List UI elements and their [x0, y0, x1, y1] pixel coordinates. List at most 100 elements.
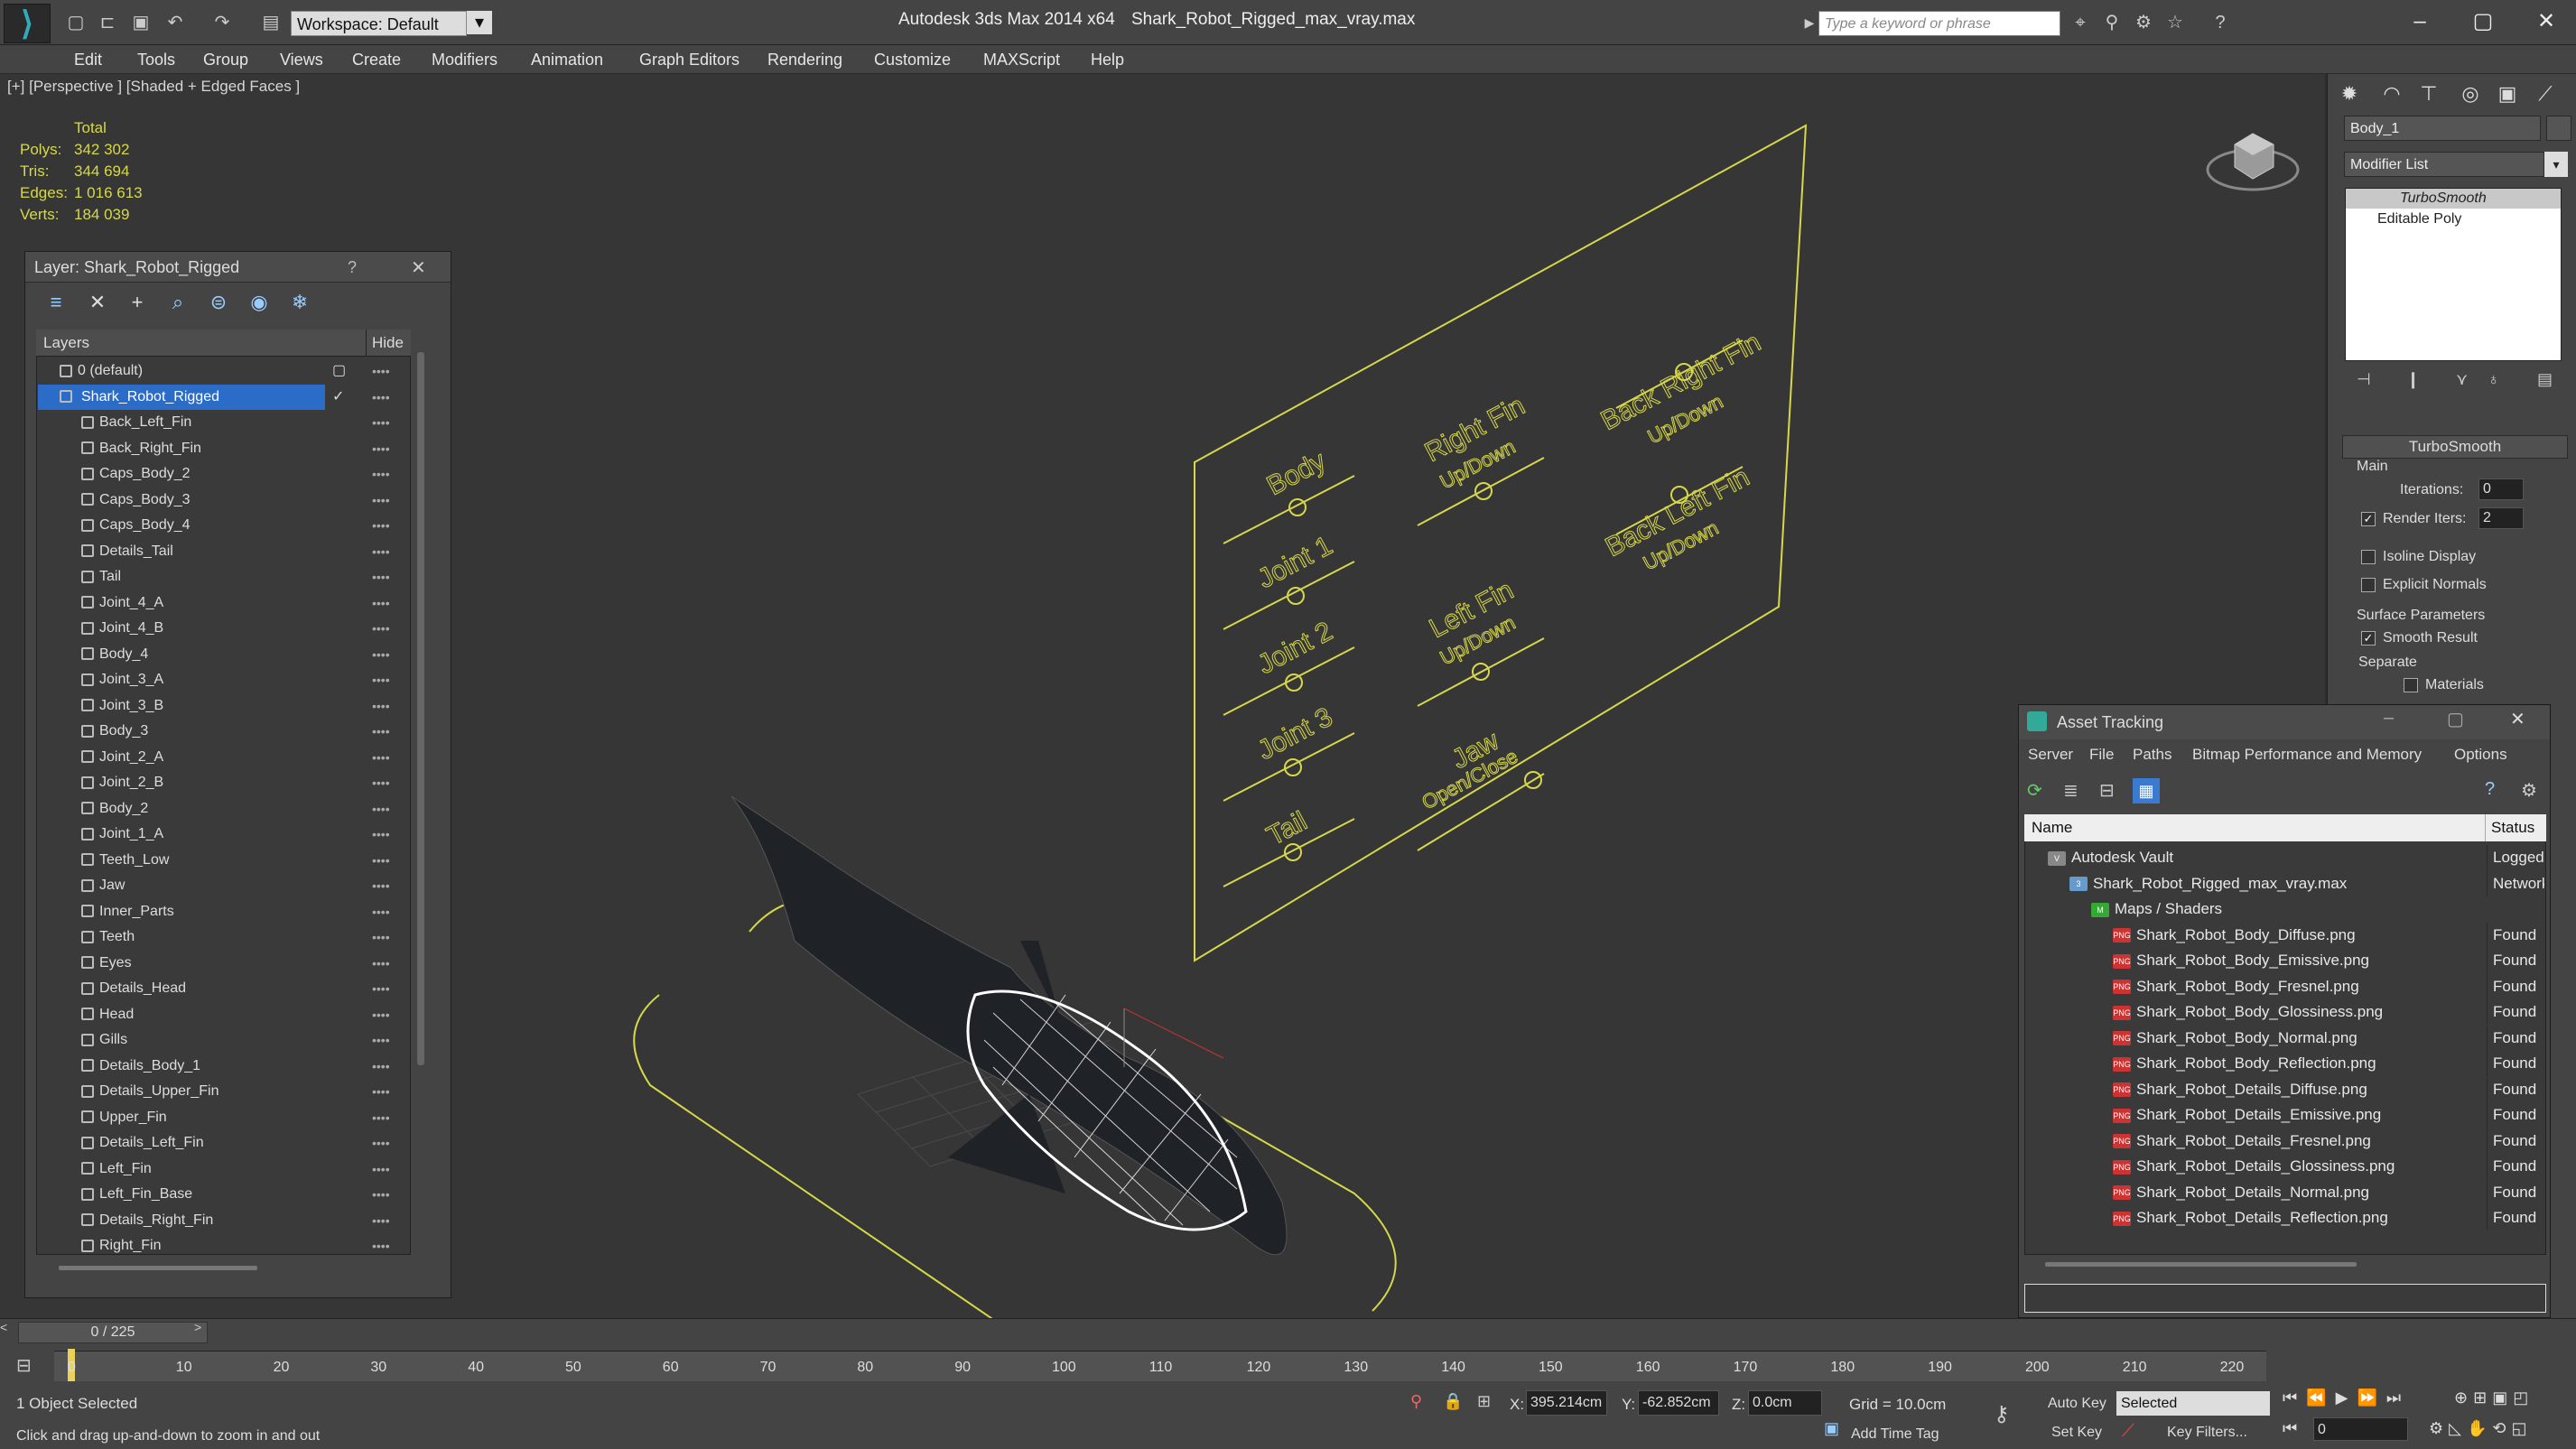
set-key-icon[interactable]: ⟋: [2122, 1421, 2134, 1442]
modifier-list-dropdown[interactable]: Modifier List: [2344, 152, 2544, 177]
layer-object-row[interactable]: Joint_2_A ••••: [38, 745, 408, 771]
layer-object-row[interactable]: Joint_3_A ••••: [38, 667, 408, 693]
motion-tab-icon[interactable]: ◎: [2453, 78, 2488, 110]
asset-row[interactable]: PNG Shark_Robot_Details_Glossiness.png Fou…: [2026, 1154, 2544, 1180]
menu-group[interactable]: Group: [203, 45, 248, 74]
hide-toggle-icon[interactable]: ••••: [372, 1156, 390, 1182]
hide-toggle-icon[interactable]: ••••: [372, 1130, 390, 1156]
layer-object-row[interactable]: Body_4 ••••: [38, 642, 408, 668]
asset-row[interactable]: PNG Shark_Robot_Details_Fresnel.png Found: [2026, 1128, 2544, 1154]
favorites-star-icon[interactable]: ☆: [2162, 11, 2188, 34]
modifier-list-chevron-icon[interactable]: ▾: [2544, 152, 2568, 177]
asset-row[interactable]: PNG Shark_Robot_Details_Diffuse.png Found: [2026, 1076, 2544, 1102]
layer-close-icon[interactable]: ✕: [411, 256, 426, 279]
layer-object-row[interactable]: Joint_4_B ••••: [38, 616, 408, 642]
layer-object-row[interactable]: Details_Left_Fin ••••: [38, 1130, 408, 1156]
hide-toggle-icon[interactable]: ••••: [372, 590, 390, 616]
layer-object-row[interactable]: Joint_4_A ••••: [38, 590, 408, 617]
object-name-field[interactable]: Body_1: [2344, 116, 2541, 141]
asset-row[interactable]: PNG Shark_Robot_Body_Glossiness.png Found: [2026, 999, 2544, 1026]
hide-toggle-icon[interactable]: ••••: [372, 667, 390, 692]
at-minimize-icon[interactable]: –: [2384, 708, 2394, 729]
turbosmooth-rollout[interactable]: TurboSmooth: [2342, 435, 2568, 459]
hide-toggle-icon[interactable]: ••••: [372, 461, 390, 487]
new-file-icon[interactable]: ▢: [63, 11, 88, 34]
hide-column-header[interactable]: Hide: [366, 330, 404, 357]
asset-row[interactable]: M Maps / Shaders: [2026, 896, 2544, 923]
layer-object-row[interactable]: Caps_Body_3 ••••: [38, 488, 408, 514]
thumbnail-view-icon[interactable]: ⊟: [2099, 779, 2115, 802]
menu-help[interactable]: Help: [1091, 45, 1124, 74]
maximize-viewport-icon[interactable]: ◰: [2513, 1389, 2534, 1407]
hide-toggle-icon[interactable]: ••••: [372, 976, 390, 1001]
go-to-start-icon[interactable]: ⏮: [2283, 1389, 2306, 1407]
configure-sets-icon[interactable]: ▤: [2537, 370, 2553, 389]
hide-toggle-icon[interactable]: ••••: [372, 822, 390, 847]
render-iters-checkbox[interactable]: ✓: [2361, 511, 2376, 526]
maximize-icon[interactable]: ▢: [2456, 5, 2510, 38]
orbit-icon[interactable]: ⟲: [2492, 1419, 2511, 1437]
materials-checkbox[interactable]: [2404, 677, 2418, 692]
layer-row[interactable]: 0 (default) ▢ ••••: [38, 358, 408, 385]
hide-toggle-icon[interactable]: ••••: [372, 385, 390, 410]
asset-path-field[interactable]: [2024, 1284, 2546, 1313]
prev-frame-icon[interactable]: ⏪: [2306, 1389, 2335, 1407]
key-mode-dropdown[interactable]: Selected: [2116, 1391, 2270, 1416]
show-end-result-icon[interactable]: ❙: [2406, 370, 2420, 389]
modifier-stack[interactable]: TurboSmooth Editable Poly: [2345, 188, 2562, 361]
hide-toggle-icon[interactable]: ••••: [372, 616, 390, 641]
asset-row[interactable]: PNG Shark_Robot_Body_Fresnel.png Found: [2026, 973, 2544, 999]
hide-toggle-icon[interactable]: ••••: [372, 1208, 390, 1233]
layer-object-row[interactable]: Teeth ••••: [38, 924, 408, 951]
menu-graph-editors[interactable]: Graph Editors: [639, 45, 739, 74]
menu-views[interactable]: Views: [280, 45, 323, 74]
zoom-all-icon[interactable]: ⊞: [2473, 1389, 2492, 1407]
menu-create[interactable]: Create: [352, 45, 401, 74]
layer-object-row[interactable]: Details_Tail ••••: [38, 539, 408, 565]
at-help-icon[interactable]: ?: [2485, 779, 2495, 800]
y-coord-field[interactable]: -62.852cm: [1638, 1390, 1719, 1416]
binoculars-icon[interactable]: ⌖: [2068, 11, 2093, 34]
isoline-checkbox[interactable]: [2361, 549, 2376, 564]
layer-object-row[interactable]: Joint_3_B ••••: [38, 693, 408, 720]
asset-row[interactable]: V Autodesk Vault Logged O: [2026, 845, 2544, 871]
layer-object-row[interactable]: Details_Right_Fin ••••: [38, 1208, 408, 1234]
render-iters-spinner[interactable]: 2: [2478, 507, 2524, 529]
layer-checkbox-icon[interactable]: ▢: [332, 358, 346, 384]
layer-object-row[interactable]: Details_Body_1 ••••: [38, 1054, 408, 1080]
asset-row[interactable]: PNG Shark_Robot_Details_Reflection.png Fou…: [2026, 1205, 2544, 1231]
stack-item-editable-poly[interactable]: Editable Poly: [2346, 209, 2561, 230]
subscription-icon[interactable]: ⚲: [2099, 11, 2125, 34]
hide-toggle-icon[interactable]: ••••: [372, 642, 390, 667]
layer-hscrollbar[interactable]: [59, 1266, 257, 1270]
at-menu-bitmap-performance-and-memory[interactable]: Bitmap Performance and Memory: [2192, 746, 2422, 764]
key-icon[interactable]: ⚷: [1994, 1401, 2010, 1427]
lock-selection-icon[interactable]: 🔒: [1443, 1392, 1463, 1411]
modify-tab-icon[interactable]: ◠: [2375, 78, 2409, 110]
remove-modifier-icon[interactable]: ♁: [2488, 370, 2500, 389]
zoom-extents-icon[interactable]: ▣: [2492, 1389, 2513, 1407]
asset-row[interactable]: PNG Shark_Robot_Details_Emissive.png Found: [2026, 1102, 2544, 1129]
asset-hscrollbar[interactable]: [2045, 1262, 2357, 1267]
hide-toggle-icon[interactable]: ••••: [372, 358, 390, 384]
layer-object-row[interactable]: Caps_Body_4 ••••: [38, 513, 408, 539]
hide-toggle-icon[interactable]: ••••: [372, 951, 390, 976]
layer-object-row[interactable]: Back_Left_Fin ••••: [38, 410, 408, 436]
asset-row[interactable]: PNG Shark_Robot_Body_Emissive.png Found: [2026, 948, 2544, 974]
layer-object-row[interactable]: Body_3 ••••: [38, 719, 408, 745]
time-config-icon[interactable]: ⚙: [2429, 1419, 2449, 1437]
trackbar-toggle-icon[interactable]: ⊟: [16, 1354, 32, 1377]
layer-object-row[interactable]: Gills ••••: [38, 1027, 408, 1054]
go-to-end-icon[interactable]: ⏭: [2386, 1389, 2410, 1407]
layer-object-row[interactable]: Back_Right_Fin ••••: [38, 436, 408, 462]
layer-object-row[interactable]: Details_Upper_Fin ••••: [38, 1079, 408, 1105]
communication-icon[interactable]: ⚙: [2131, 11, 2156, 34]
current-frame-field[interactable]: 0: [2313, 1417, 2408, 1441]
at-menu-file[interactable]: File: [2089, 746, 2114, 764]
layer-object-row[interactable]: Eyes ••••: [38, 951, 408, 977]
redo-icon[interactable]: ↷: [209, 11, 235, 34]
hide-toggle-icon[interactable]: ••••: [372, 796, 390, 822]
asset-row[interactable]: PNG Shark_Robot_Body_Normal.png Found: [2026, 1025, 2544, 1051]
menu-animation[interactable]: Animation: [531, 45, 603, 74]
smooth-result-checkbox[interactable]: ✓: [2361, 630, 2376, 646]
